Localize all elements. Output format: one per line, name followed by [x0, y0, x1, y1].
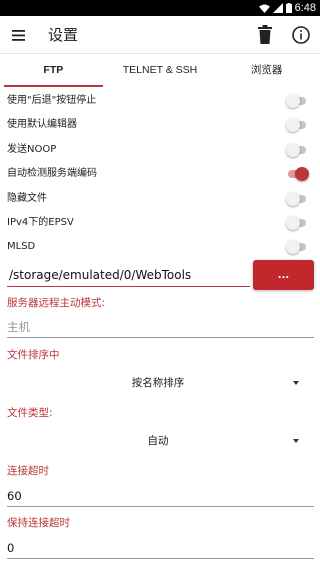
setting-send-noop: 发送NOOP — [0, 138, 320, 162]
browse-path-button[interactable]: ... — [253, 260, 314, 290]
connect-timeout-label: 连接超时 — [7, 465, 49, 477]
host-input[interactable] — [7, 316, 314, 338]
setting-label: 使用默认编辑器 — [7, 119, 77, 130]
file-sort-value: 按名称排序 — [131, 377, 185, 389]
wifi-icon — [258, 3, 270, 13]
status-icons: 6:48 — [258, 0, 316, 16]
ipv4-epsv-toggle[interactable] — [286, 216, 308, 230]
setting-ipv4-epsv: IPv4下的EPSV — [0, 211, 320, 235]
setting-default-editor: 使用默认编辑器 — [0, 113, 320, 137]
remote-active-mode-label: 服务器远程主动模式: — [7, 297, 106, 309]
menu-icon[interactable] — [9, 25, 29, 45]
setting-mlsd: MLSD — [0, 235, 320, 259]
connect-timeout-input[interactable] — [7, 485, 314, 507]
file-type-label: 文件类型: — [7, 407, 53, 419]
hidden-files-toggle[interactable] — [286, 192, 308, 206]
tab-ftp[interactable]: FTP — [0, 55, 107, 87]
download-path-input[interactable] — [7, 263, 250, 287]
page-title: 设置 — [48, 26, 79, 44]
tab-bar: FTP TELNET & SSH 浏览器 — [0, 55, 320, 87]
info-icon[interactable] — [291, 25, 311, 45]
setting-auto-detect-encoding: 自动检测服务端编码 — [0, 162, 320, 186]
setting-back-button-stop: 使用"后退"按钮停止 — [0, 89, 320, 113]
dropdown-arrow-icon — [293, 381, 299, 385]
dropdown-arrow-icon — [293, 439, 299, 443]
send-noop-toggle[interactable] — [286, 143, 308, 157]
tab-telnet-ssh[interactable]: TELNET & SSH — [107, 55, 214, 87]
tab-browser[interactable]: 浏览器 — [213, 55, 320, 87]
file-type-select[interactable]: 自动 — [0, 429, 320, 453]
app-bar: 设置 — [0, 16, 320, 54]
setting-label: 隐藏文件 — [7, 193, 47, 204]
setting-hidden-files: 隐藏文件 — [0, 187, 320, 211]
setting-label: IPv4下的EPSV — [7, 217, 74, 228]
setting-label: 自动检测服务端编码 — [7, 168, 97, 179]
setting-label: 发送NOOP — [7, 144, 57, 155]
status-bar: 6:48 — [0, 0, 320, 16]
keepalive-timeout-input[interactable] — [7, 537, 314, 559]
back-button-stop-toggle[interactable] — [286, 94, 308, 108]
status-time: 6:48 — [294, 2, 316, 14]
signal-icon — [272, 3, 283, 13]
auto-detect-encoding-toggle[interactable] — [286, 167, 309, 181]
keepalive-timeout-label: 保持连接超时 — [7, 517, 70, 529]
file-sort-select[interactable]: 按名称排序 — [0, 371, 320, 395]
default-editor-toggle[interactable] — [286, 118, 308, 132]
battery-icon — [285, 3, 292, 13]
mlsd-toggle[interactable] — [286, 240, 308, 254]
trash-icon[interactable] — [255, 24, 275, 46]
file-sort-label: 文件排序中 — [7, 349, 60, 361]
file-type-value: 自动 — [147, 435, 169, 447]
setting-label: 使用"后退"按钮停止 — [7, 95, 97, 106]
setting-label: MLSD — [7, 241, 36, 252]
